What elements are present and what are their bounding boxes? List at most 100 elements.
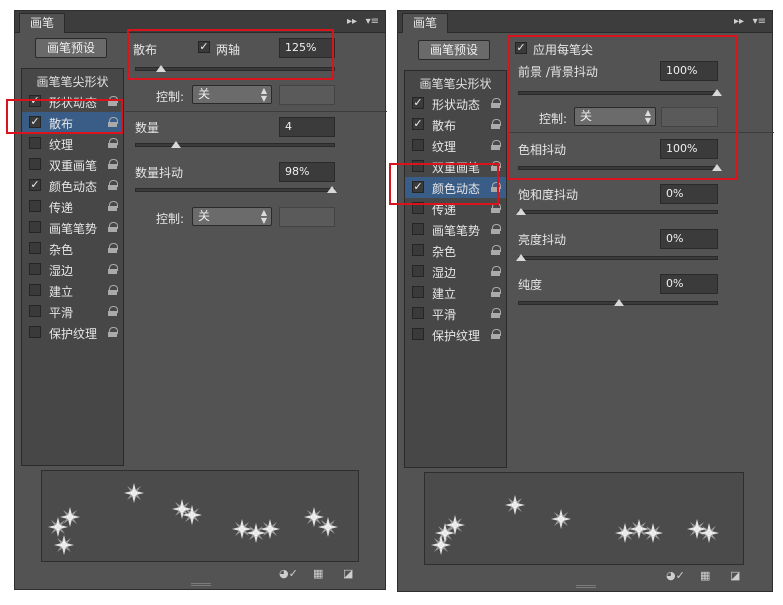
lock-icon[interactable] [108, 327, 118, 337]
list-item[interactable]: ✓ 散布 [22, 112, 123, 133]
list-item[interactable]: 平滑 [22, 301, 123, 322]
lock-icon[interactable] [108, 180, 118, 190]
item-checkbox[interactable] [29, 263, 41, 275]
lock-icon[interactable] [491, 140, 501, 150]
item-checkbox[interactable] [412, 265, 424, 277]
hue-jitter-slider[interactable] [518, 164, 722, 171]
item-checkbox[interactable]: ✓ [412, 118, 424, 130]
list-item[interactable]: 湿边 [22, 259, 123, 280]
purity-value-field[interactable]: 0% [660, 274, 718, 294]
list-item[interactable]: ✓ 颜色动态 [22, 175, 123, 196]
lock-icon[interactable] [491, 245, 501, 255]
control-select-2[interactable]: 关 ▲ ▼ [192, 207, 272, 226]
lock-icon[interactable] [108, 243, 118, 253]
lock-icon[interactable] [108, 306, 118, 316]
lock-icon[interactable] [491, 287, 501, 297]
list-item[interactable]: 建立 [405, 282, 506, 303]
count-jitter-slider-thumb[interactable] [327, 186, 337, 193]
list-item[interactable]: 杂色 [405, 240, 506, 261]
item-checkbox[interactable] [29, 200, 41, 212]
item-checkbox[interactable] [412, 139, 424, 151]
brightness-jitter-slider-thumb[interactable] [516, 254, 526, 261]
list-item[interactable]: 传递 [22, 196, 123, 217]
toggle-brush-icon[interactable]: ◕✓ [279, 567, 298, 580]
scatter-slider-thumb[interactable] [156, 65, 166, 72]
list-item[interactable]: 湿边 [405, 261, 506, 282]
hue-jitter-value-field[interactable]: 100% [660, 139, 718, 159]
list-item[interactable]: ✓ 散布 [405, 114, 506, 135]
item-checkbox[interactable] [412, 160, 424, 172]
new-preset-icon[interactable]: ◪ [343, 567, 353, 580]
lock-icon[interactable] [108, 138, 118, 148]
list-item[interactable]: 杂色 [22, 238, 123, 259]
brush-tip-shape-item[interactable]: 画笔笔尖形状 [405, 75, 506, 92]
brush-presets-button[interactable]: 画笔预设 [418, 40, 490, 60]
lock-icon[interactable] [108, 159, 118, 169]
item-checkbox[interactable] [29, 284, 41, 296]
list-item[interactable]: ✓ 颜色动态 [405, 177, 506, 198]
lock-icon[interactable] [108, 96, 118, 106]
lock-icon[interactable] [491, 224, 501, 234]
item-checkbox[interactable] [412, 244, 424, 256]
item-checkbox[interactable] [29, 305, 41, 317]
brightness-jitter-value-field[interactable]: 0% [660, 229, 718, 249]
fg-bg-jitter-slider-thumb[interactable] [712, 89, 722, 96]
apply-per-tip-checkbox[interactable]: ✓ [515, 42, 527, 54]
lock-icon[interactable] [491, 98, 501, 108]
count-value-field[interactable]: 4 [279, 117, 335, 137]
hue-jitter-slider-thumb[interactable] [712, 164, 722, 171]
control-select[interactable]: 关 ▲ ▼ [574, 107, 656, 126]
item-checkbox[interactable] [29, 326, 41, 338]
brush-tip-shape-item[interactable]: 画笔笔尖形状 [22, 73, 123, 90]
item-checkbox[interactable] [29, 242, 41, 254]
list-item[interactable]: 双重画笔 [405, 156, 506, 177]
list-item[interactable]: 纹理 [22, 133, 123, 154]
count-jitter-value-field[interactable]: 98% [279, 162, 335, 182]
list-item[interactable]: ✓ 形状动态 [22, 91, 123, 112]
lock-icon[interactable] [491, 119, 501, 129]
item-checkbox[interactable]: ✓ [412, 97, 424, 109]
lock-icon[interactable] [491, 182, 501, 192]
count-slider[interactable] [135, 141, 335, 148]
lock-icon[interactable] [491, 308, 501, 318]
brightness-jitter-slider[interactable] [516, 254, 718, 261]
scatter-slider[interactable] [135, 65, 335, 72]
tab-brush[interactable]: 画笔 [19, 13, 66, 33]
collapse-icon[interactable]: ▸▸ [347, 15, 357, 29]
list-item[interactable]: 画笔笔势 [22, 217, 123, 238]
resize-grip[interactable] [191, 583, 211, 586]
list-item[interactable]: 平滑 [405, 303, 506, 324]
item-checkbox[interactable] [412, 328, 424, 340]
item-checkbox[interactable] [29, 221, 41, 233]
item-checkbox[interactable]: ✓ [29, 116, 41, 128]
resize-grip[interactable] [576, 585, 596, 588]
count-jitter-slider[interactable] [135, 186, 337, 193]
lock-icon[interactable] [108, 264, 118, 274]
scatter-value-field[interactable]: 125% [279, 38, 335, 58]
list-item[interactable]: 建立 [22, 280, 123, 301]
lock-icon[interactable] [491, 203, 501, 213]
item-checkbox[interactable] [412, 202, 424, 214]
item-checkbox[interactable]: ✓ [412, 181, 424, 193]
collapse-icon[interactable]: ▸▸ [734, 15, 744, 29]
list-item[interactable]: 纹理 [405, 135, 506, 156]
item-checkbox[interactable] [412, 307, 424, 319]
list-item[interactable]: 保护纹理 [22, 322, 123, 343]
list-item[interactable]: 画笔笔势 [405, 219, 506, 240]
control-select[interactable]: 关 ▲ ▼ [192, 85, 272, 104]
purity-slider-thumb[interactable] [614, 299, 624, 306]
purity-slider[interactable] [518, 299, 718, 306]
list-item[interactable]: 保护纹理 [405, 324, 506, 345]
panel-menu-icon[interactable]: ▾≡ [753, 15, 766, 29]
fg-bg-jitter-slider[interactable] [518, 89, 722, 96]
list-item[interactable]: 双重画笔 [22, 154, 123, 175]
item-checkbox[interactable]: ✓ [29, 95, 41, 107]
both-axes-checkbox[interactable]: ✓ [198, 41, 210, 53]
saturation-jitter-slider[interactable] [516, 208, 718, 215]
lock-icon[interactable] [491, 161, 501, 171]
count-slider-thumb[interactable] [171, 141, 181, 148]
panel-menu-icon[interactable]: ▾≡ [366, 15, 379, 29]
lock-icon[interactable] [491, 329, 501, 339]
item-checkbox[interactable] [29, 137, 41, 149]
toggle-brush-icon[interactable]: ◕✓ [666, 569, 685, 582]
